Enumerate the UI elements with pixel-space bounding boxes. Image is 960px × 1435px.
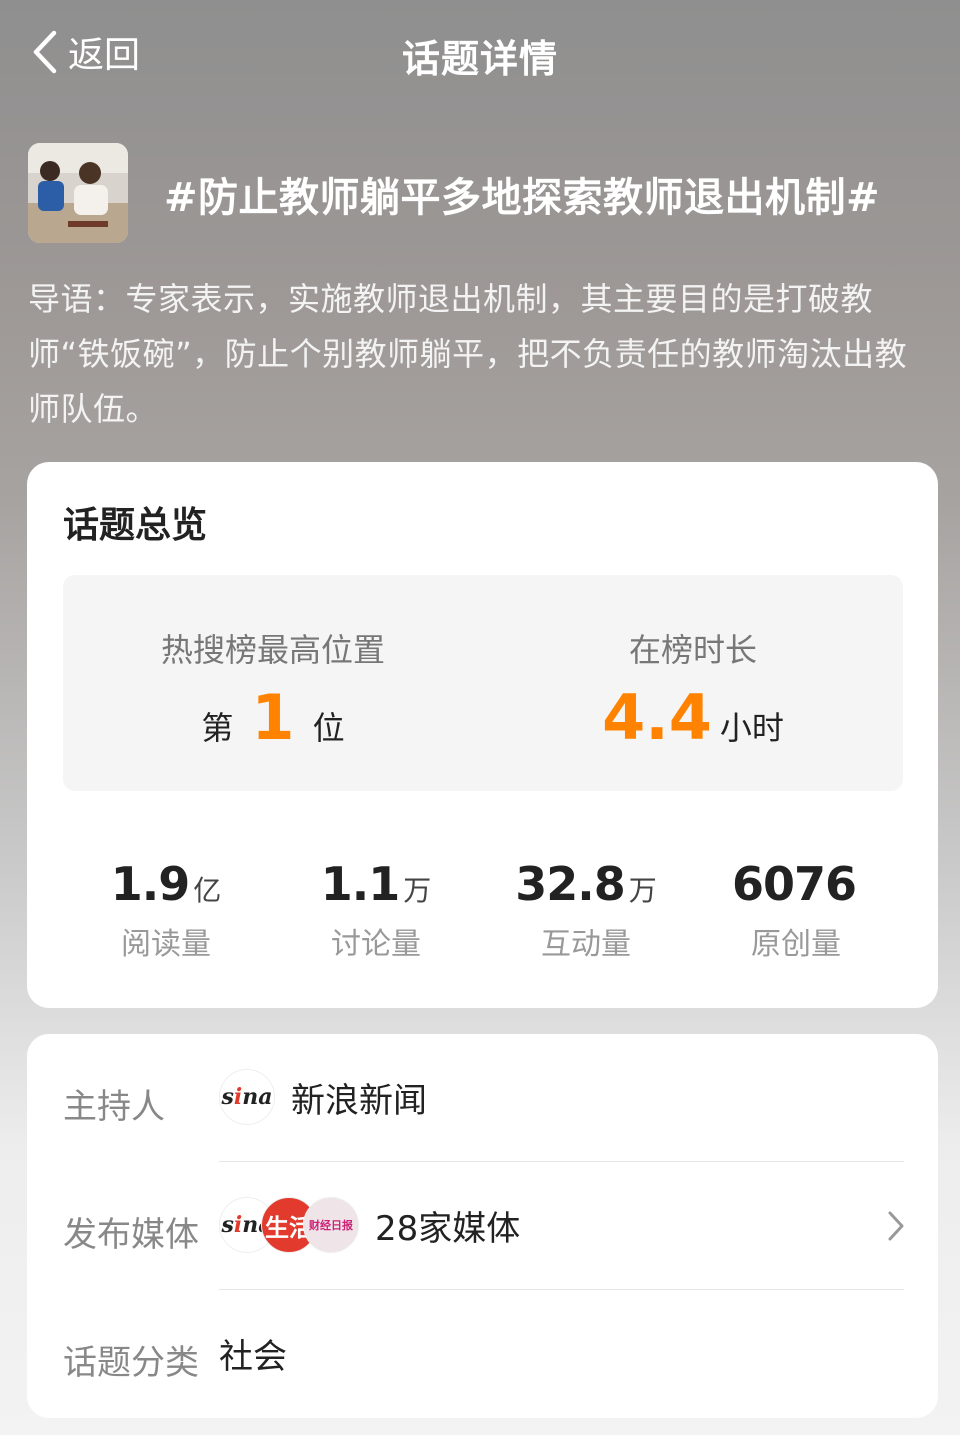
details-card: 主持人 s i na 新浪新闻 发布媒体 s i na 生活 财经日报 28家媒体 话题…: [27, 1034, 938, 1418]
stat-originals: 6076 原创量: [691, 857, 901, 963]
stat-label: 讨论量: [331, 927, 421, 962]
rank-suffix: 位: [312, 709, 345, 747]
stat-label: 阅读量: [121, 927, 211, 962]
top-bar: 返回 话题详情: [0, 0, 960, 105]
media-row[interactable]: 发布媒体 s i na 生活 财经日报 28家媒体: [27, 1162, 938, 1290]
duration-value: 4.4 小时: [483, 687, 903, 749]
stat-label: 原创量: [751, 927, 841, 962]
stat-value: 32.8: [515, 857, 625, 911]
category-content: 社会: [219, 1320, 287, 1386]
host-label: 主持人: [63, 1087, 165, 1127]
host-row[interactable]: 主持人 s i na 新浪新闻: [27, 1034, 938, 1162]
duration-stat: 在榜时长 4.4 小时: [483, 575, 903, 791]
rank-value: 第 1 位: [63, 687, 483, 749]
duration-number: 4.4: [602, 681, 712, 754]
overview-heading: 话题总览: [63, 505, 208, 546]
stat-value: 1.9: [110, 857, 190, 911]
category-row: 话题分类 社会: [27, 1290, 938, 1418]
host-content: s i na 新浪新闻: [219, 1064, 427, 1130]
page-title: 话题详情: [401, 37, 558, 81]
newspaper-logo-icon: 财经日报: [303, 1197, 359, 1253]
media-count: 28家媒体: [375, 1208, 521, 1249]
topic-header: #防止教师躺平多地探索教师退出机制#: [28, 143, 932, 243]
stat-reads: 1.9 亿 阅读量: [61, 857, 271, 963]
chevron-right-icon: [888, 1211, 904, 1241]
stat-unit: 亿: [193, 874, 222, 907]
sina-logo-icon: s i na: [219, 1069, 275, 1125]
host-name: 新浪新闻: [291, 1080, 427, 1121]
stat-unit: 万: [628, 874, 657, 907]
topic-thumbnail: [28, 143, 128, 243]
overview-card: 话题总览 热搜榜最高位置 第 1 位 在榜时长 4.4 小时 1.9 亿 阅读量 …: [27, 462, 938, 1008]
stat-label: 互动量: [541, 927, 631, 962]
category-label: 话题分类: [63, 1343, 199, 1383]
rank-prefix: 第: [201, 709, 234, 747]
topic-title: #防止教师躺平多地探索教师退出机制#: [164, 175, 881, 221]
rank-label: 热搜榜最高位置: [160, 631, 385, 669]
topic-intro: 导语：专家表示，实施教师退出机制，其主要目的是打破教师“铁饭碗”，防止个别教师躺…: [28, 280, 908, 428]
ranking-panel: 热搜榜最高位置 第 1 位 在榜时长 4.4 小时: [63, 575, 903, 791]
media-content: s i na 生活 财经日报 28家媒体: [219, 1192, 520, 1258]
stat-unit: 万: [403, 874, 432, 907]
category-value: 社会: [219, 1336, 287, 1377]
rank-stat: 热搜榜最高位置 第 1 位: [63, 575, 483, 791]
stat-value: 1.1: [320, 857, 400, 911]
duration-unit: 小时: [719, 709, 784, 747]
media-label: 发布媒体: [63, 1215, 199, 1255]
stats-row: 1.9 亿 阅读量 1.1 万 讨论量 32.8 万 互动量 6076 原创量: [27, 857, 938, 967]
stat-interactions: 32.8 万 互动量: [481, 857, 691, 963]
stat-value: 6076: [731, 857, 857, 911]
stat-discussions: 1.1 万 讨论量: [271, 857, 481, 963]
rank-number: 1: [251, 681, 295, 754]
duration-label: 在榜时长: [628, 631, 757, 669]
